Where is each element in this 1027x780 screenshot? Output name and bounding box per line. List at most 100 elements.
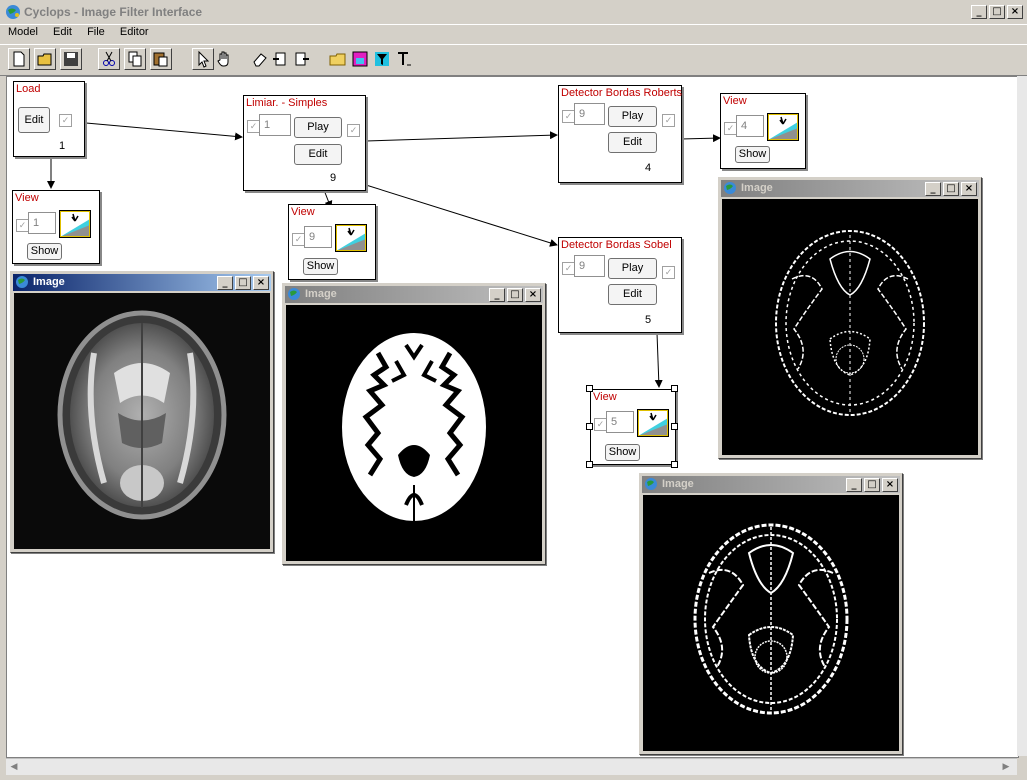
view4-field[interactable]: 4 bbox=[736, 115, 764, 137]
save-icon[interactable] bbox=[60, 48, 82, 70]
toolbar bbox=[0, 44, 1027, 76]
view-node-1[interactable]: View ✓ 1 Show bbox=[12, 190, 100, 264]
image-window-title: Image bbox=[33, 276, 65, 288]
limiar-input-field[interactable]: 1 bbox=[259, 114, 291, 136]
connector-load-limiar bbox=[85, 122, 243, 141]
limiar-play-button[interactable]: Play bbox=[294, 117, 342, 138]
menu-edit[interactable]: Edit bbox=[41, 24, 72, 38]
limiar-output-checkbox[interactable]: ✓ bbox=[347, 124, 360, 137]
roberts-edge-image bbox=[722, 199, 978, 455]
minimize-button[interactable]: _ bbox=[971, 5, 987, 19]
eraser-icon[interactable] bbox=[250, 49, 272, 71]
maximize-button[interactable]: □ bbox=[943, 182, 959, 196]
menu-file[interactable]: File bbox=[75, 24, 105, 38]
maximize-button[interactable]: □ bbox=[507, 288, 523, 302]
horizontal-scrollbar[interactable]: ◀ ▶ bbox=[6, 758, 1017, 775]
view-node-9[interactable]: View ✓ 9 Show bbox=[288, 204, 376, 280]
menu-bar: Model Edit File Editor bbox=[0, 24, 1027, 42]
open-image-icon[interactable] bbox=[328, 49, 350, 71]
open-folder-icon[interactable] bbox=[34, 48, 56, 70]
view4-title: View bbox=[723, 95, 747, 107]
image-window-controls: _ □ × bbox=[925, 182, 977, 196]
vertical-scrollbar[interactable] bbox=[1017, 76, 1027, 756]
roberts-output-checkbox[interactable]: ✓ bbox=[662, 114, 675, 127]
view9-show-button[interactable]: Show bbox=[303, 258, 338, 275]
new-file-icon[interactable] bbox=[8, 48, 30, 70]
filter-icon[interactable] bbox=[372, 49, 394, 71]
view4-show-button[interactable]: Show bbox=[735, 146, 770, 163]
cyclops-app-icon bbox=[16, 276, 28, 288]
image-window-titlebar[interactable]: Image _ □ × bbox=[721, 180, 979, 197]
view1-show-button[interactable]: Show bbox=[27, 243, 62, 260]
limiar-node[interactable]: Limiar. - Simples ✓ 1 Play ✓ Edit 9 bbox=[243, 95, 366, 191]
view5-thumbnail-icon bbox=[637, 409, 669, 437]
workflow-canvas[interactable]: Load Edit ✓ 1 Limiar. - Simples ✓ 1 Play… bbox=[6, 76, 1019, 758]
sobel-output-checkbox[interactable]: ✓ bbox=[662, 266, 675, 279]
cyclops-app-icon bbox=[6, 5, 20, 19]
roberts-node[interactable]: Detector Bordas Roberts ✓ 9 Play ✓ Edit … bbox=[558, 85, 682, 183]
minimize-button[interactable]: _ bbox=[925, 182, 941, 196]
view1-title: View bbox=[15, 192, 39, 204]
selection-handle[interactable] bbox=[586, 461, 593, 468]
maximize-button[interactable]: □ bbox=[864, 478, 880, 492]
paste-icon[interactable] bbox=[150, 48, 172, 70]
close-button[interactable]: × bbox=[1007, 5, 1023, 19]
close-button[interactable]: × bbox=[253, 276, 269, 290]
limiar-edit-button[interactable]: Edit bbox=[294, 144, 342, 165]
sobel-input-field[interactable]: 9 bbox=[574, 255, 605, 277]
export-icon[interactable] bbox=[292, 49, 314, 71]
roberts-input-field[interactable]: 9 bbox=[574, 103, 605, 125]
image-window-sobel[interactable]: Image _ □ × bbox=[639, 473, 903, 755]
minimize-button[interactable]: _ bbox=[489, 288, 505, 302]
minimize-button[interactable]: _ bbox=[217, 276, 233, 290]
load-output-checkbox[interactable]: ✓ bbox=[59, 114, 72, 127]
menu-model[interactable]: Model bbox=[0, 24, 38, 38]
pointer-icon[interactable] bbox=[192, 48, 214, 70]
roberts-edit-button[interactable]: Edit bbox=[608, 132, 657, 153]
image-window-original[interactable]: Image _ □ × bbox=[10, 271, 274, 553]
import-icon[interactable] bbox=[270, 49, 292, 71]
selection-handle[interactable] bbox=[671, 385, 678, 392]
selection-handle[interactable] bbox=[671, 423, 678, 430]
image-window-roberts[interactable]: Image _ □ × bbox=[718, 177, 982, 459]
limiar-node-title: Limiar. - Simples bbox=[246, 97, 328, 109]
view5-field[interactable]: 5 bbox=[606, 411, 634, 433]
load-node[interactable]: Load Edit ✓ 1 bbox=[13, 81, 85, 157]
sobel-play-button[interactable]: Play bbox=[608, 258, 657, 279]
roberts-play-button[interactable]: Play bbox=[608, 106, 657, 127]
image-window-threshold[interactable]: Image _ □ × bbox=[282, 283, 546, 565]
scroll-left-icon[interactable]: ◀ bbox=[8, 761, 20, 773]
view1-thumbnail-icon bbox=[59, 210, 91, 238]
selection-handle[interactable] bbox=[586, 385, 593, 392]
close-button[interactable]: × bbox=[882, 478, 898, 492]
cut-icon[interactable] bbox=[98, 48, 120, 70]
view9-field[interactable]: 9 bbox=[304, 226, 332, 248]
image-edit-icon[interactable] bbox=[350, 49, 372, 71]
sobel-node-title: Detector Bordas Sobel bbox=[561, 239, 672, 251]
sobel-edit-button[interactable]: Edit bbox=[608, 284, 657, 305]
sobel-node[interactable]: Detector Bordas Sobel ✓ 9 Play ✓ Edit 5 bbox=[558, 237, 682, 333]
close-button[interactable]: × bbox=[525, 288, 541, 302]
image-window-titlebar[interactable]: Image _ □ × bbox=[642, 476, 900, 493]
image-window-titlebar[interactable]: Image _ □ × bbox=[13, 274, 271, 291]
cyclops-app-icon bbox=[724, 182, 736, 194]
load-edit-button[interactable]: Edit bbox=[18, 107, 50, 133]
hand-icon[interactable] bbox=[214, 49, 236, 71]
maximize-button[interactable]: □ bbox=[235, 276, 251, 290]
minimize-button[interactable]: _ bbox=[846, 478, 862, 492]
app-title: Cyclops - Image Filter Interface bbox=[24, 5, 203, 19]
menu-editor[interactable]: Editor bbox=[108, 24, 149, 38]
text-tool-icon[interactable] bbox=[394, 49, 416, 71]
close-button[interactable]: × bbox=[961, 182, 977, 196]
maximize-button[interactable]: □ bbox=[989, 5, 1005, 19]
selection-handle[interactable] bbox=[586, 423, 593, 430]
view-node-5[interactable]: View ✓ 5 Show bbox=[590, 389, 676, 465]
selection-handle[interactable] bbox=[671, 461, 678, 468]
image-window-titlebar[interactable]: Image _ □ × bbox=[285, 286, 543, 303]
view5-show-button[interactable]: Show bbox=[605, 444, 640, 461]
connector-limiar-sobel bbox=[365, 184, 558, 247]
copy-icon[interactable] bbox=[124, 48, 146, 70]
view1-field[interactable]: 1 bbox=[28, 212, 56, 234]
view-node-4[interactable]: View ✓ 4 Show bbox=[720, 93, 806, 169]
scroll-right-icon[interactable]: ▶ bbox=[1000, 761, 1012, 773]
